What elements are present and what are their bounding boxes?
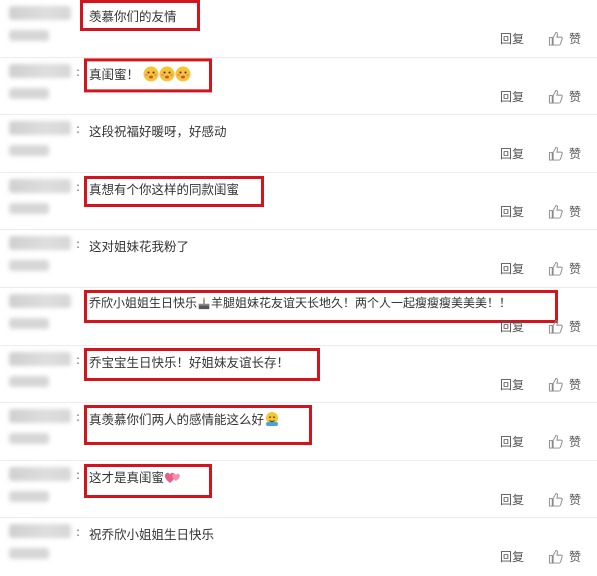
- like-button[interactable]: 赞: [548, 376, 581, 393]
- reply-button[interactable]: 回复: [500, 30, 524, 47]
- comment-item: 羡慕你们的友情 回复 赞: [0, 0, 597, 58]
- highlight-box: [84, 290, 558, 323]
- comment-meta-blurred: [9, 30, 49, 41]
- like-label: 赞: [568, 147, 581, 162]
- comment-meta-blurred: [9, 490, 49, 502]
- highlight-box: [80, 0, 200, 31]
- comment-colon: :: [76, 237, 81, 252]
- comment-meta-blurred: [9, 375, 49, 387]
- like-label: 赞: [568, 377, 581, 392]
- comment-colon: :: [76, 64, 81, 79]
- like-button[interactable]: 赞: [548, 318, 581, 335]
- thumbs-up-icon: [548, 204, 563, 219]
- comment-item: : 这才是真闺蜜 回复 赞: [0, 461, 597, 519]
- like-label: 赞: [568, 204, 581, 219]
- thumbs-up-icon: [548, 377, 563, 392]
- comment-item: : 这段祝福好暖呀，好感动 回复 赞: [0, 115, 597, 173]
- reply-button[interactable]: 回复: [500, 433, 524, 450]
- username-blurred[interactable]: [9, 63, 71, 78]
- comment-colon: :: [76, 410, 81, 425]
- reply-button[interactable]: 回复: [500, 376, 524, 393]
- username-blurred[interactable]: [9, 6, 71, 20]
- comment-meta-blurred: [9, 548, 49, 560]
- like-button[interactable]: 赞: [548, 88, 581, 105]
- comment-item: : 真想有个你这样的同款闺蜜 回复 赞: [0, 173, 597, 231]
- comment-meta-blurred: [9, 202, 49, 214]
- highlight-box: [84, 405, 312, 446]
- like-button[interactable]: 赞: [548, 260, 581, 277]
- username-blurred[interactable]: [9, 351, 71, 366]
- comment-item: : 祝乔欣小姐姐生日快乐 回复 赞: [0, 518, 597, 576]
- comment-colon: :: [76, 525, 81, 540]
- thumbs-up-icon: [548, 550, 563, 564]
- comment-item: : 这对姐妹花我粉了 回复 赞: [0, 230, 597, 288]
- reply-button[interactable]: 回复: [500, 318, 524, 335]
- thumbs-up-icon: [548, 319, 563, 334]
- comment-actions: 回复 赞: [500, 30, 581, 47]
- comment-meta-blurred: [9, 433, 49, 445]
- comment-item: : 乔宝宝生日快乐！好姐妹友谊长存！ 回复 赞: [0, 346, 597, 404]
- highlight-box: [84, 57, 212, 92]
- comment-text: 这段祝福好暖呀，好感动: [89, 124, 227, 140]
- comment-colon: :: [76, 467, 81, 482]
- thumbs-up-icon: [548, 262, 563, 276]
- comment-actions: 回复 赞: [500, 145, 581, 162]
- highlight-box: [84, 175, 264, 207]
- reply-button[interactable]: 回复: [500, 548, 524, 565]
- comment-colon: :: [76, 122, 81, 137]
- username-blurred[interactable]: [9, 409, 71, 424]
- like-label: 赞: [568, 320, 581, 334]
- comment-actions: 回复 赞: [500, 318, 581, 335]
- thumbs-up-icon: [548, 31, 563, 46]
- thumbs-up-icon: [548, 435, 563, 449]
- comment-text: 这对姐妹花我粉了: [89, 239, 190, 255]
- reply-button[interactable]: 回复: [500, 88, 524, 105]
- like-label: 赞: [568, 435, 581, 450]
- comment-meta-blurred: [9, 87, 49, 99]
- thumbs-up-icon: [548, 89, 563, 104]
- comment-actions: 回复 赞: [500, 491, 581, 508]
- highlight-box: [84, 463, 212, 498]
- username-blurred[interactable]: [9, 121, 71, 136]
- comment-actions: 回复 赞: [500, 88, 581, 105]
- username-blurred[interactable]: [9, 236, 71, 251]
- comment-item: : 真闺蜜！ 回复 赞: [0, 57, 597, 116]
- comment-actions: 回复 赞: [500, 548, 581, 565]
- comment-meta-blurred: [9, 318, 49, 329]
- comment-item: : 真羡慕你们两人的感情能这么好 回复 赞: [0, 403, 597, 461]
- comment-item: 乔欣小姐姐生日快乐 羊腿姐妹花友谊天长地久！两个人一起瘦瘦瘦美美美！！ 回复 赞: [0, 288, 597, 346]
- like-label: 赞: [568, 550, 581, 565]
- like-label: 赞: [568, 89, 581, 104]
- reply-button[interactable]: 回复: [500, 203, 524, 220]
- username-blurred[interactable]: [9, 294, 71, 308]
- thumbs-up-icon: [548, 147, 563, 161]
- like-button[interactable]: 赞: [548, 491, 581, 508]
- comment-actions: 回复 赞: [500, 203, 581, 220]
- highlight-box: [84, 347, 320, 381]
- thumbs-up-icon: [548, 492, 563, 507]
- reply-button[interactable]: 回复: [500, 491, 524, 508]
- like-button[interactable]: 赞: [548, 145, 581, 162]
- comment-actions: 回复 赞: [500, 260, 581, 277]
- like-label: 赞: [568, 262, 581, 277]
- username-blurred[interactable]: [9, 524, 71, 539]
- comment-meta-blurred: [9, 260, 49, 272]
- like-label: 赞: [568, 492, 581, 507]
- comment-colon: :: [76, 179, 81, 194]
- comment-meta-blurred: [9, 145, 49, 157]
- like-button[interactable]: 赞: [548, 433, 581, 450]
- like-label: 赞: [568, 32, 581, 46]
- like-button[interactable]: 赞: [548, 203, 581, 220]
- comment-actions: 回复 赞: [500, 433, 581, 450]
- username-blurred[interactable]: [9, 178, 71, 193]
- reply-button[interactable]: 回复: [500, 145, 524, 162]
- comment-colon: :: [76, 352, 81, 367]
- comment-text: 祝乔欣小姐姐生日快乐: [89, 527, 215, 543]
- comment-actions: 回复 赞: [500, 376, 581, 393]
- username-blurred[interactable]: [9, 466, 71, 481]
- reply-button[interactable]: 回复: [500, 260, 524, 277]
- like-button[interactable]: 赞: [548, 548, 581, 565]
- like-button[interactable]: 赞: [548, 30, 581, 47]
